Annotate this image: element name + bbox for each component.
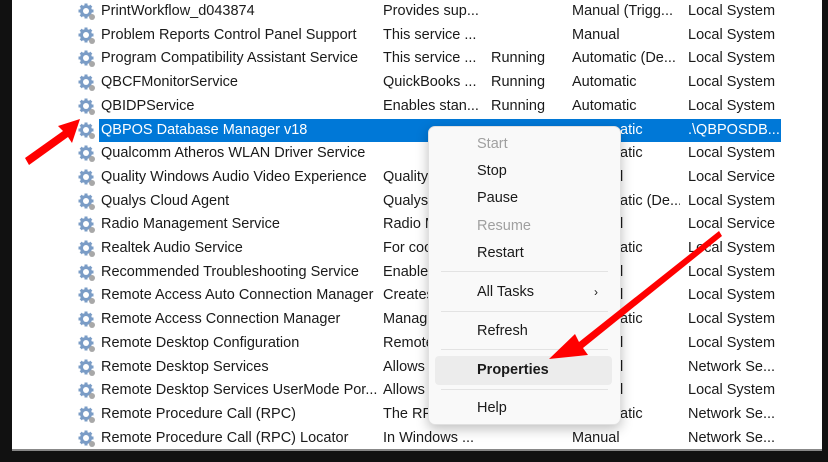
red-arrow-to-properties	[549, 231, 722, 359]
red-arrow-to-service-icon	[25, 119, 80, 165]
annotation-arrows	[25, 119, 722, 359]
